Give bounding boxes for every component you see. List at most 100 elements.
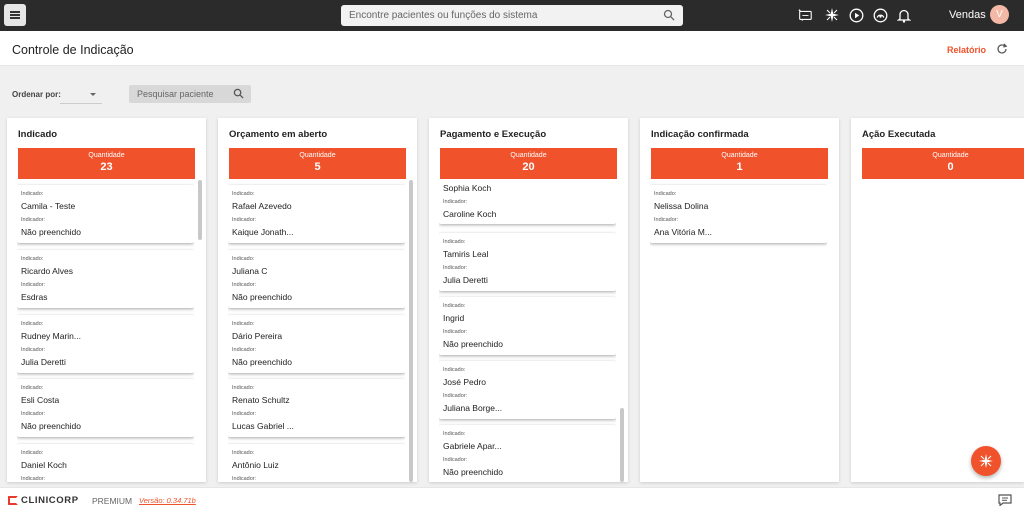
scrollbar-thumb[interactable]: [620, 408, 624, 482]
referral-card[interactable]: Indicado: Dário Pereira Indicador: Não p…: [228, 315, 405, 373]
quantity-badge: Quantidade 1: [651, 148, 828, 179]
user-name[interactable]: Vendas: [949, 9, 986, 21]
indicado-value: Ingrid: [443, 313, 465, 323]
quantity-label: Quantidade: [299, 152, 336, 159]
indicador-label: Indicador:: [21, 411, 46, 417]
scrollbar[interactable]: [409, 180, 413, 482]
referral-card[interactable]: Indicado: Tamiris Leal Indicador: Julia …: [439, 233, 616, 291]
global-search-input[interactable]: Encontre pacientes ou funções do sistema: [341, 5, 683, 26]
search-icon[interactable]: [233, 88, 244, 99]
ai-chat-icon[interactable]: [797, 7, 813, 23]
indicado-label: Indicado:: [232, 321, 255, 327]
sparkle-icon[interactable]: [824, 7, 840, 23]
indicado-value: Antônio Luiz: [232, 460, 279, 470]
avatar[interactable]: V: [990, 5, 1009, 24]
indicador-label: Indicador:: [443, 265, 468, 271]
card-list: Sophia Koch Indicador: Caroline Koch Ind…: [439, 180, 616, 482]
referral-card[interactable]: Indicado: Rudney Marin... Indicador: Jul…: [17, 315, 194, 373]
quantity-value: 5: [314, 161, 321, 173]
indicado-value: Gabriele Apar...: [443, 441, 502, 451]
scrollbar-thumb[interactable]: [198, 180, 202, 240]
indicado-label: Indicado:: [654, 191, 677, 197]
referral-card[interactable]: Indicado: Renato Schultz Indicador: Luca…: [228, 379, 405, 437]
indicado-value: Esli Costa: [21, 395, 60, 405]
order-by-select[interactable]: [60, 86, 102, 104]
indicador-value: Lucas Gabriel ...: [232, 421, 294, 431]
hamburger-icon: [10, 14, 20, 16]
version-link[interactable]: Versão: 0.34.71b: [139, 496, 196, 505]
indicado-label: Indicado:: [232, 450, 255, 456]
quantity-label: Quantidade: [88, 152, 125, 159]
play-icon[interactable]: [848, 7, 864, 23]
column-title: Indicação confirmada: [651, 129, 749, 140]
kanban-column-indicado: Indicado Quantidade 23 Indicado: Camila …: [7, 118, 206, 482]
indicador-label: Indicador:: [232, 217, 257, 223]
column-title: Indicado: [18, 129, 58, 140]
indicado-value: Juliana C: [232, 266, 268, 276]
indicador-value: Não preenchido: [232, 292, 293, 302]
quantity-badge: Quantidade 0: [862, 148, 1024, 179]
referral-card[interactable]: Indicado: José Pedro Indicador: Juliana …: [439, 361, 616, 419]
logo-text: CLINICORP: [21, 495, 79, 506]
bell-icon[interactable]: [896, 7, 912, 23]
column-title: Ação Executada: [862, 129, 936, 140]
indicador-value: Não preenchido: [443, 467, 504, 477]
indicado-value: José Pedro: [443, 377, 486, 387]
chat-icon[interactable]: [998, 494, 1012, 506]
referral-card[interactable]: Indicado: Daniel Koch Indicador:: [17, 444, 194, 482]
scrollbar[interactable]: [620, 180, 624, 482]
indicador-label: Indicador:: [21, 217, 46, 223]
indicado-value: Ricardo Alves: [21, 266, 73, 276]
quantity-badge: Quantidade 23: [18, 148, 195, 179]
quantity-value: 20: [522, 161, 535, 173]
indicador-label: Indicador:: [21, 476, 46, 482]
indicado-label: Indicado:: [443, 431, 466, 437]
column-title: Pagamento e Execução: [440, 129, 547, 140]
referral-card[interactable]: Indicado: Ricardo Alves Indicador: Esdra…: [17, 250, 194, 308]
global-search-placeholder: Encontre pacientes ou funções do sistema: [349, 10, 538, 21]
referral-card[interactable]: Sophia Koch Indicador: Caroline Koch: [439, 180, 616, 224]
referral-card[interactable]: Indicado: Gabriele Apar... Indicador: Nã…: [439, 425, 616, 482]
quantity-value: 23: [100, 161, 113, 173]
indicador-label: Indicador:: [443, 199, 468, 205]
referral-card[interactable]: Indicado: Rafael Azevedo Indicador: Kaiq…: [228, 185, 405, 243]
indicador-value: Juliana Borge...: [443, 403, 503, 413]
indicado-value: Dário Pereira: [232, 331, 283, 341]
referral-card[interactable]: Indicado: Ingrid Indicador: Não preenchi…: [439, 297, 616, 355]
search-icon[interactable]: [663, 9, 675, 21]
indicado-label: Indicado:: [443, 303, 466, 309]
menu-button[interactable]: [4, 4, 26, 26]
kanban-column-confirmada: Indicação confirmada Quantidade 1 Indica…: [640, 118, 839, 482]
kanban-column-pagamento: Pagamento e Execução Quantidade 20 Sophi…: [429, 118, 628, 482]
indicado-value: Camila - Teste: [21, 201, 76, 211]
floating-action-button[interactable]: [971, 446, 1001, 476]
indicador-label: Indicador:: [443, 393, 468, 399]
report-link[interactable]: Relatório: [947, 45, 986, 55]
refresh-icon[interactable]: [996, 43, 1008, 55]
indicador-label: Indicador:: [232, 411, 257, 417]
indicado-label: Indicado:: [232, 385, 255, 391]
indicado-label: Indicado:: [21, 450, 44, 456]
patient-search-input[interactable]: Pesquisar paciente: [129, 85, 251, 103]
referral-card[interactable]: Indicado: Juliana C Indicador: Não preen…: [228, 250, 405, 308]
scrollbar-thumb[interactable]: [409, 180, 413, 482]
indicado-label: Indicado:: [21, 385, 44, 391]
indicador-label: Indicador:: [232, 476, 257, 482]
indicador-label: Indicador:: [443, 457, 468, 463]
logo-mark-icon: [8, 496, 18, 505]
referral-card[interactable]: Indicado: Camila - Teste Indicador: Não …: [17, 185, 194, 243]
support-icon[interactable]: [872, 7, 888, 23]
quantity-label: Quantidade: [721, 152, 758, 159]
quantity-badge: Quantidade 5: [229, 148, 406, 179]
referral-card[interactable]: Indicado: Antônio Luiz Indicador:: [228, 444, 405, 482]
indicador-value: Ana Vitória M...: [654, 227, 712, 237]
referral-card[interactable]: Indicado: Esli Costa Indicador: Não pree…: [17, 379, 194, 437]
referral-card[interactable]: Indicado: Nelissa Dolina Indicador: Ana …: [650, 185, 827, 243]
card-list: Indicado: Nelissa Dolina Indicador: Ana …: [650, 180, 827, 482]
scrollbar[interactable]: [198, 180, 202, 482]
indicador-value: Não preenchido: [21, 421, 82, 431]
order-by-label: Ordenar por:: [12, 90, 61, 99]
indicador-value: Julia Deretti: [21, 357, 66, 367]
card-list: Indicado: Rafael Azevedo Indicador: Kaiq…: [228, 180, 405, 482]
indicador-label: Indicador:: [654, 217, 679, 223]
